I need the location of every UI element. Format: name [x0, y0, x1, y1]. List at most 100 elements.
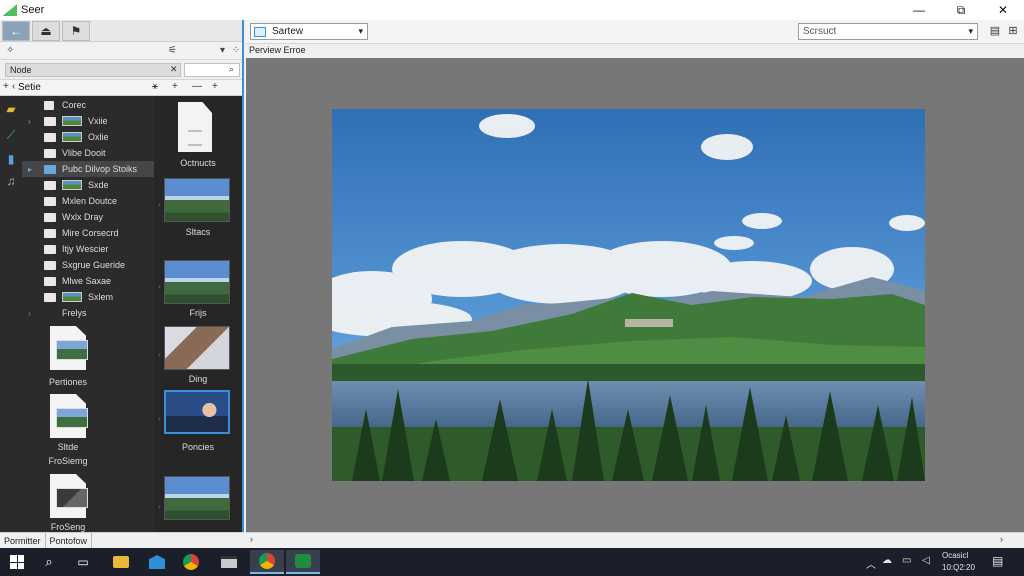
clock-date[interactable]: 10:Q2:20: [942, 563, 975, 572]
chrome-icon[interactable]: [174, 550, 208, 574]
chevron-right-icon[interactable]: ›: [28, 309, 31, 318]
chrome-active-icon[interactable]: [250, 550, 284, 574]
start-button[interactable]: [0, 550, 34, 574]
music-icon[interactable]: ♫: [4, 174, 18, 188]
chevron-right-icon[interactable]: ▸: [28, 165, 32, 174]
more-icon[interactable]: ⁘: [232, 45, 240, 56]
tree-item-label: Vlibe Dooit: [62, 148, 106, 158]
tree-item[interactable]: Mire Corsecrd: [22, 225, 154, 241]
expand-icon[interactable]: +: [3, 81, 9, 92]
document-thumbnail[interactable]: [178, 102, 212, 152]
tree-item-selected[interactable]: ▸ Pubc Dilvop Stoiks: [22, 161, 154, 177]
search-input[interactable]: Scrsuct ▾: [798, 23, 978, 40]
up-button[interactable]: ⏏: [32, 20, 60, 41]
search-icon[interactable]: ⌕: [32, 550, 66, 574]
preview-canvas[interactable]: [246, 58, 1024, 532]
brush-icon[interactable]: ⟋: [4, 128, 18, 142]
right-toolbar: Sartew ▾ Scrsuct ▾ ▤ ⊞: [246, 20, 1024, 44]
path-field[interactable]: Node: [5, 63, 181, 77]
list-view-icon[interactable]: ▤: [988, 24, 1002, 38]
plus-icon[interactable]: +: [212, 81, 218, 92]
remove-icon[interactable]: —: [192, 81, 202, 92]
cloud-icon[interactable]: ☁: [882, 555, 892, 566]
tree-item-label: Vxiie: [88, 116, 108, 126]
image-thumbnail[interactable]: [164, 476, 230, 520]
folder-icon: [44, 116, 56, 126]
image-thumbnail[interactable]: [164, 326, 230, 370]
chevron-right-icon[interactable]: ›: [158, 282, 161, 291]
filter-icon[interactable]: ⚟: [168, 45, 177, 56]
preview-image[interactable]: [332, 109, 925, 481]
chevron-right-icon[interactable]: ›: [158, 502, 161, 511]
menu-dropdown-icon[interactable]: ▾: [220, 45, 225, 56]
chevron-right-icon[interactable]: ›: [28, 117, 31, 126]
add-icon[interactable]: +: [172, 81, 178, 92]
tree-item-label: Mlwe Saxae: [62, 276, 112, 286]
tab-pormitter[interactable]: Pormitter: [0, 532, 46, 549]
tree-item[interactable]: › Frelys: [22, 305, 154, 321]
bookmark-button[interactable]: ⚑: [62, 20, 90, 41]
sparkle-icon[interactable]: ✧: [6, 45, 14, 56]
document-icon[interactable]: ▮: [4, 152, 18, 166]
folder-tree: Corec › Vxiie Oxlie Vlibe Dooit ▸ Pubc D…: [22, 96, 154, 532]
image-thumb-icon: [62, 292, 82, 302]
side-strip: ▰ ⟋ ▮ ♫: [0, 96, 22, 532]
tree-item-label: Mxlen Doutce: [62, 196, 118, 206]
tray-up-icon[interactable]: ︿: [866, 556, 876, 571]
search-icon[interactable]: ⌕: [229, 64, 234, 75]
chevron-right-icon[interactable]: ›: [250, 534, 253, 544]
restore-button[interactable]: ⧉: [940, 0, 982, 20]
tree-item[interactable]: Wxlx Dray: [22, 209, 154, 225]
tree-item[interactable]: Oxlie: [22, 129, 154, 145]
image-thumbnail[interactable]: [164, 178, 230, 222]
image-thumbnail-selected[interactable]: [164, 390, 230, 434]
chevron-right-icon[interactable]: ›: [158, 200, 161, 209]
tab-pontofow[interactable]: Pontofow: [46, 532, 93, 549]
tree-item[interactable]: Itjy Wescier: [22, 241, 154, 257]
tree-item[interactable]: Sxgrue Gueride: [22, 257, 154, 273]
chevron-down-icon[interactable]: ▾: [968, 26, 973, 37]
tree-item[interactable]: Mxlen Doutce: [22, 193, 154, 209]
notification-icon[interactable]: ▤: [992, 554, 1003, 568]
file-icon[interactable]: [50, 394, 92, 438]
window-controls: — ⧉ ✕: [898, 0, 1024, 20]
tree-item[interactable]: Sxlem: [22, 289, 154, 305]
left-toolbar: ← ⏏ ⚑: [0, 20, 242, 42]
app-icon[interactable]: [212, 550, 246, 574]
volume-icon[interactable]: ◁: [922, 555, 930, 566]
task-view-icon[interactable]: ▭: [66, 550, 100, 574]
network-icon[interactable]: ▭: [902, 555, 911, 566]
chevron-right-icon[interactable]: ›: [158, 350, 161, 359]
view-select-value: Sartew: [272, 26, 304, 37]
mail-icon[interactable]: [140, 550, 174, 574]
file-icon[interactable]: [50, 326, 92, 370]
collapse-icon[interactable]: ‹: [12, 81, 15, 92]
clear-icon[interactable]: ✕: [170, 64, 178, 75]
tree-item[interactable]: › Vxiie: [22, 113, 154, 129]
thumbnail-caption: Sltacs: [185, 227, 211, 237]
tree-item[interactable]: Corec: [22, 97, 154, 113]
seer-app-icon[interactable]: [286, 550, 320, 574]
tree-item[interactable]: Vlibe Dooit: [22, 145, 154, 161]
folder-icon: [44, 244, 56, 254]
path-row: Node ✕ ⌕: [0, 60, 242, 80]
close-button[interactable]: ✕: [982, 0, 1024, 20]
image-thumbnail[interactable]: [164, 260, 230, 304]
tree-item-label: Sxgrue Gueride: [62, 260, 126, 270]
back-button[interactable]: ←: [2, 20, 30, 41]
tree-item[interactable]: Sxde: [22, 177, 154, 193]
folder-icon[interactable]: ▰: [4, 102, 18, 116]
chevron-right-icon[interactable]: ›: [1000, 534, 1003, 544]
clock-time[interactable]: Ocasicl: [942, 551, 968, 560]
folder-icon: [44, 276, 56, 286]
minimize-button[interactable]: —: [898, 0, 940, 20]
view-select[interactable]: Sartew ▾: [250, 23, 368, 40]
tree-item[interactable]: Mlwe Saxae: [22, 273, 154, 289]
star-icon[interactable]: ⚹: [152, 81, 158, 92]
canvas-bottom-bar: › ›: [246, 532, 1024, 548]
file-icon[interactable]: [50, 474, 92, 518]
file-explorer-icon[interactable]: [104, 550, 138, 574]
grid-view-icon[interactable]: ⊞: [1006, 24, 1020, 38]
chevron-right-icon[interactable]: ›: [158, 414, 161, 423]
tree-item-label: Frelys: [62, 308, 87, 318]
